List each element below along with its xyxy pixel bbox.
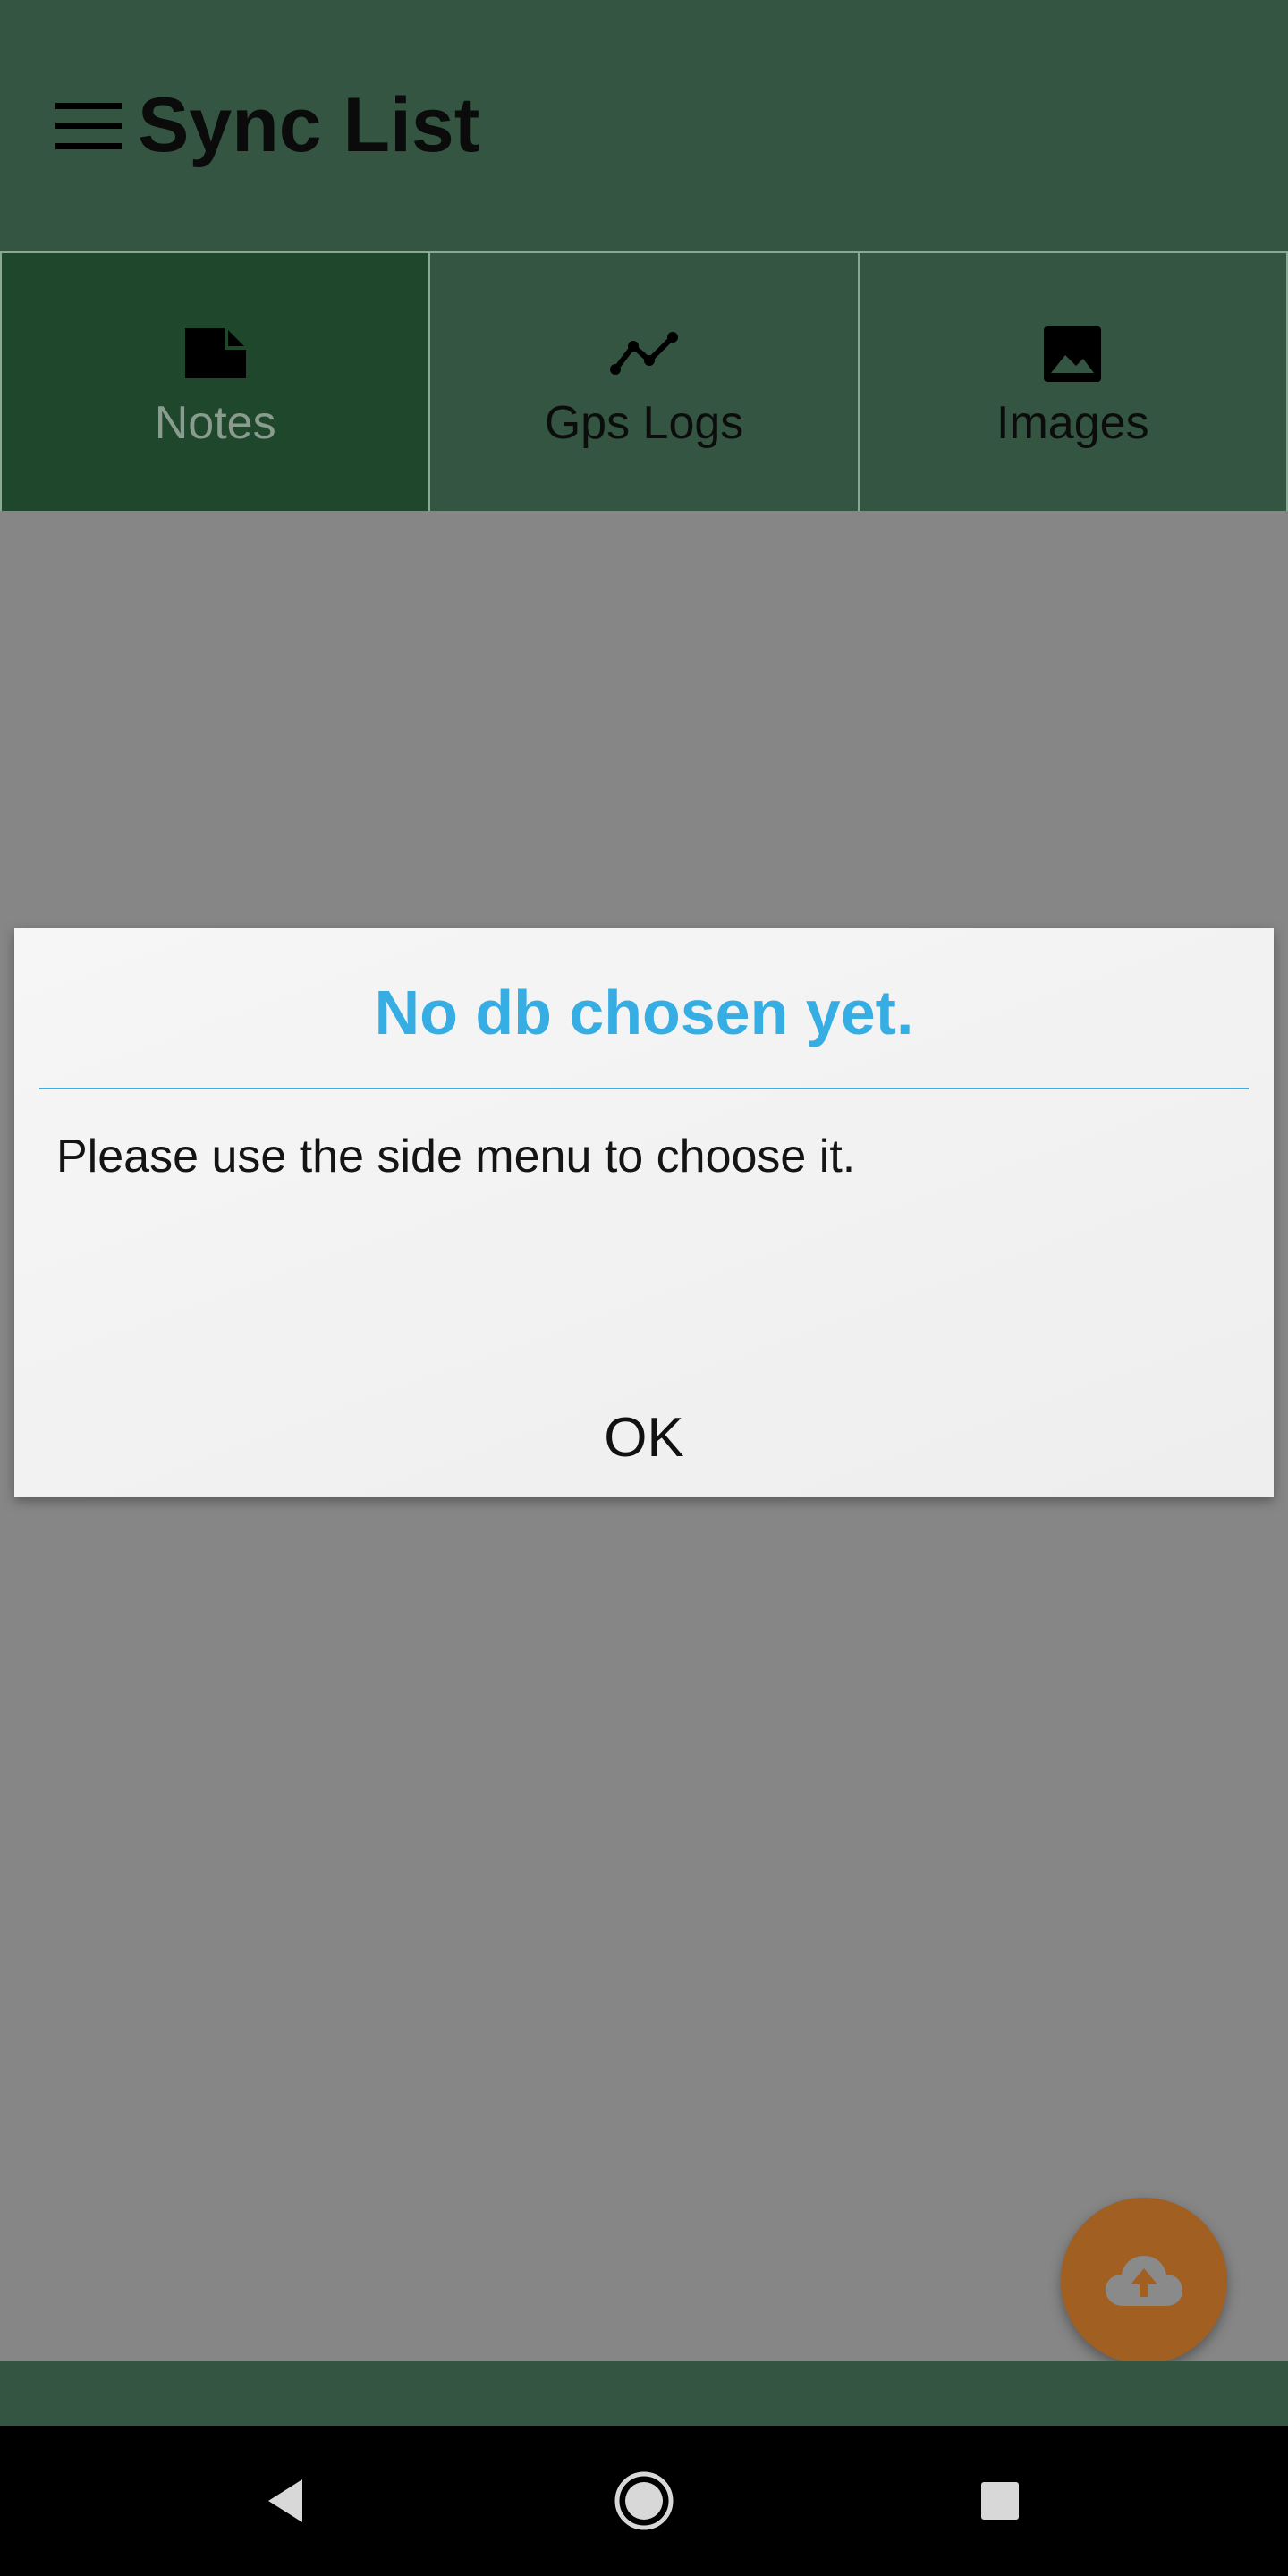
home-button[interactable] — [555, 2426, 733, 2576]
line-chart-icon — [609, 332, 678, 375]
dialog-message: Please use the side menu to choose it. — [56, 1131, 856, 1182]
tab-bar: Notes Gps Logs Images — [0, 251, 1288, 511]
tab-images-label: Images — [996, 397, 1149, 449]
tab-notes-label: Notes — [154, 397, 276, 449]
ok-button[interactable]: OK — [510, 1394, 778, 1483]
home-circle-icon — [614, 2471, 674, 2530]
hamburger-menu-icon[interactable] — [55, 103, 122, 149]
alert-dialog: No db chosen yet. Please use the side me… — [14, 928, 1274, 1497]
tab-gps-logs-label: Gps Logs — [544, 397, 744, 449]
tab-gps-logs[interactable]: Gps Logs — [428, 253, 858, 511]
note-icon — [184, 328, 246, 378]
recents-button[interactable] — [911, 2426, 1089, 2576]
app-bar: Sync List — [0, 0, 1288, 251]
upload-fab[interactable] — [1061, 2198, 1227, 2364]
tab-images[interactable]: Images — [857, 253, 1288, 511]
tab-notes[interactable]: Notes — [0, 253, 429, 511]
system-nav-bar — [0, 2426, 1288, 2576]
bottom-strip — [0, 2361, 1288, 2426]
dialog-divider — [39, 1088, 1249, 1089]
image-icon — [1044, 326, 1102, 382]
dialog-title: No db chosen yet. — [374, 978, 914, 1047]
recents-square-icon — [981, 2482, 1019, 2520]
cloud-upload-icon — [1106, 2256, 1182, 2306]
back-triangle-icon — [268, 2479, 302, 2522]
app-title: Sync List — [138, 82, 480, 168]
back-button[interactable] — [197, 2426, 376, 2576]
